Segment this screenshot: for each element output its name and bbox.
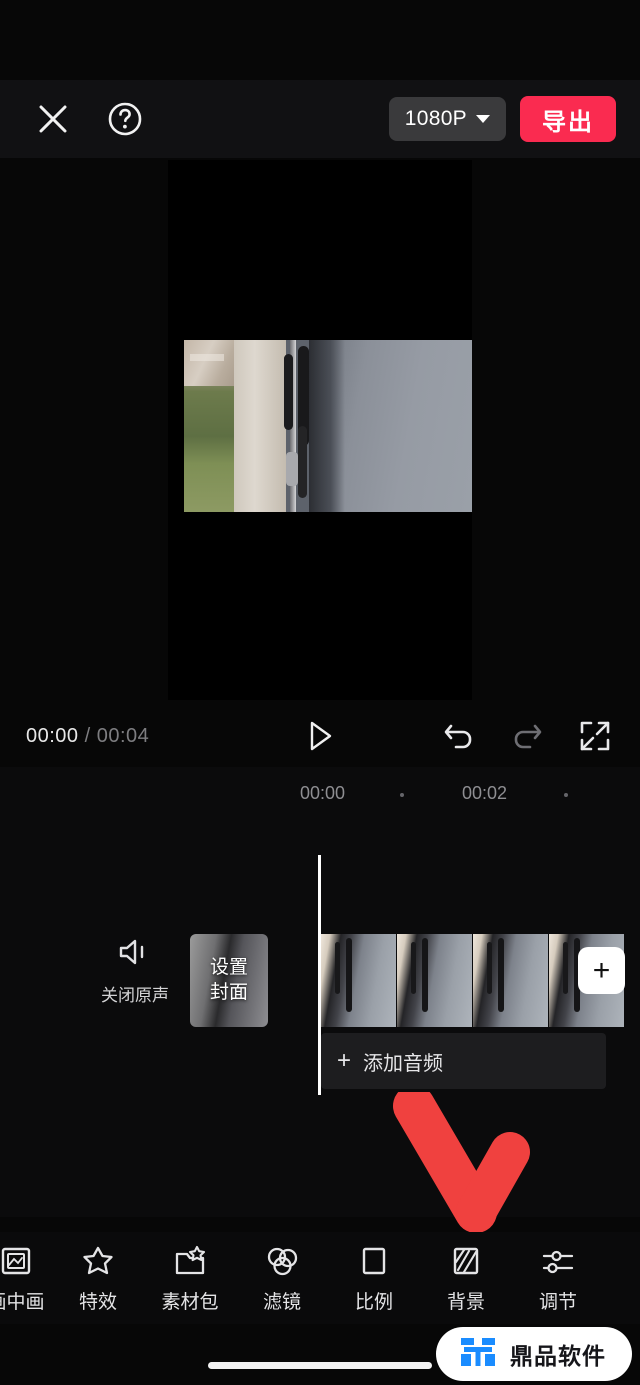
ruler-tick-2: 00:02	[462, 783, 508, 803]
top-bar-left-group	[0, 98, 146, 140]
material-folder-star-icon	[173, 1243, 207, 1277]
resolution-dropdown[interactable]: 1080P	[388, 97, 506, 141]
toolbar-label-picture-in-picture: 画中画	[0, 1291, 45, 1313]
redo-icon[interactable]	[506, 715, 548, 757]
mute-original-sound-button[interactable]: 关闭原声	[100, 937, 170, 1006]
top-bar-right-group: 1080P 导出	[388, 96, 640, 142]
export-button[interactable]: 导出	[520, 96, 616, 142]
video-thumbnail-frame	[473, 934, 549, 1027]
timeline-ruler[interactable]: 00:00 00:02	[0, 767, 640, 815]
top-bar: 1080P 导出	[0, 80, 640, 158]
video-frame-image	[184, 340, 472, 512]
toolbar-item-effects[interactable]: 特效	[52, 1243, 144, 1314]
timeline-panel[interactable]: 00:00 00:02 关闭原声 设置 封面 + + 添加音频	[0, 767, 640, 1217]
watermark-text: 鼎品软件	[510, 1343, 606, 1369]
player-right-controls	[438, 715, 640, 757]
toolbar-item-material-pack[interactable]: 素材包	[144, 1243, 236, 1314]
photo-building	[184, 340, 238, 386]
photo-handle-lower	[298, 426, 307, 498]
set-cover-button[interactable]: 设置 封面	[190, 934, 268, 1027]
toolbar-label-adjust: 调节	[538, 1291, 577, 1313]
photo-wall	[331, 340, 472, 512]
red-arrow-annotation	[392, 1085, 542, 1233]
toolbar-item-filter[interactable]: 滤镜	[236, 1243, 328, 1314]
preview-area	[0, 158, 640, 705]
photo-dark-edge	[309, 340, 331, 512]
ruler-dot-3	[564, 793, 568, 797]
chevron-down-icon	[476, 115, 490, 123]
undo-icon[interactable]	[438, 715, 480, 757]
export-label: 导出	[542, 108, 594, 136]
timecode-display: 00:00 / 00:04	[0, 725, 149, 748]
time-separator: /	[84, 724, 91, 747]
photo-latch	[286, 452, 298, 486]
ruler-tick-0: 00:00	[300, 783, 346, 803]
toolbar-item-aspect-ratio[interactable]: 比例	[328, 1243, 420, 1314]
capcut-editor-screen: 1080P 导出 00:00 / 00:04 00:00 00:02 关闭原声 …	[0, 0, 640, 1385]
star-sparkle-icon	[81, 1243, 115, 1277]
playhead[interactable]	[318, 855, 321, 1095]
plus-icon: +	[337, 1047, 352, 1074]
play-icon[interactable]	[299, 715, 341, 757]
close-icon[interactable]	[32, 98, 74, 140]
set-cover-label: 设置 封面	[210, 956, 248, 1005]
ruler-dot-1	[400, 793, 404, 797]
picture-in-picture-icon	[0, 1243, 32, 1277]
add-clip-button[interactable]: +	[578, 947, 625, 994]
home-indicator	[208, 1362, 432, 1369]
speaker-icon	[117, 937, 153, 972]
toolbar-item-background[interactable]: 背景	[420, 1243, 512, 1314]
photo-outdoor-region	[184, 340, 238, 512]
total-time: 00:04	[96, 724, 150, 747]
add-audio-track-button[interactable]: + 添加音频	[321, 1033, 606, 1089]
video-thumbnail-frame	[321, 934, 397, 1027]
dingpin-logo-icon	[458, 1333, 498, 1376]
aspect-ratio-square-icon	[358, 1243, 390, 1277]
video-thumbnail-frame	[397, 934, 473, 1027]
set-cover-label-line1: 设置	[209, 957, 248, 979]
toolbar-item-picture-in-picture[interactable]: 画中画	[0, 1243, 52, 1314]
toolbar-item-adjust[interactable]: 调节	[512, 1243, 604, 1314]
fullscreen-icon[interactable]	[574, 715, 616, 757]
toolbar-label-aspect-ratio: 比例	[354, 1291, 393, 1313]
add-audio-label: 添加音频	[363, 1052, 444, 1075]
bottom-toolbar: 画中画 特效 素材包	[0, 1232, 640, 1324]
toolbar-label-background: 背景	[446, 1291, 485, 1313]
video-preview-canvas[interactable]	[168, 160, 472, 700]
filter-circles-icon	[265, 1243, 299, 1277]
set-cover-label-line2: 封面	[209, 981, 248, 1003]
current-time: 00:00	[26, 724, 79, 747]
watermark-badge: 鼎品软件	[436, 1327, 632, 1381]
help-circle-icon[interactable]	[104, 98, 146, 140]
toolbar-label-filter: 滤镜	[262, 1291, 301, 1313]
background-stripes-icon	[450, 1243, 482, 1277]
photo-pillar	[234, 340, 286, 512]
player-controls: 00:00 / 00:04	[0, 705, 640, 767]
timeline-tracks[interactable]: 关闭原声 设置 封面 + + 添加音频	[0, 815, 640, 1217]
toolbar-label-effects: 特效	[78, 1291, 117, 1313]
toolbar-label-material-pack: 素材包	[161, 1291, 219, 1313]
photo-handle-upper	[284, 354, 293, 430]
adjust-sliders-icon	[541, 1243, 575, 1277]
add-clip-label: +	[592, 953, 611, 987]
resolution-label: 1080P	[404, 107, 467, 130]
mute-original-sound-label: 关闭原声	[101, 986, 169, 1005]
